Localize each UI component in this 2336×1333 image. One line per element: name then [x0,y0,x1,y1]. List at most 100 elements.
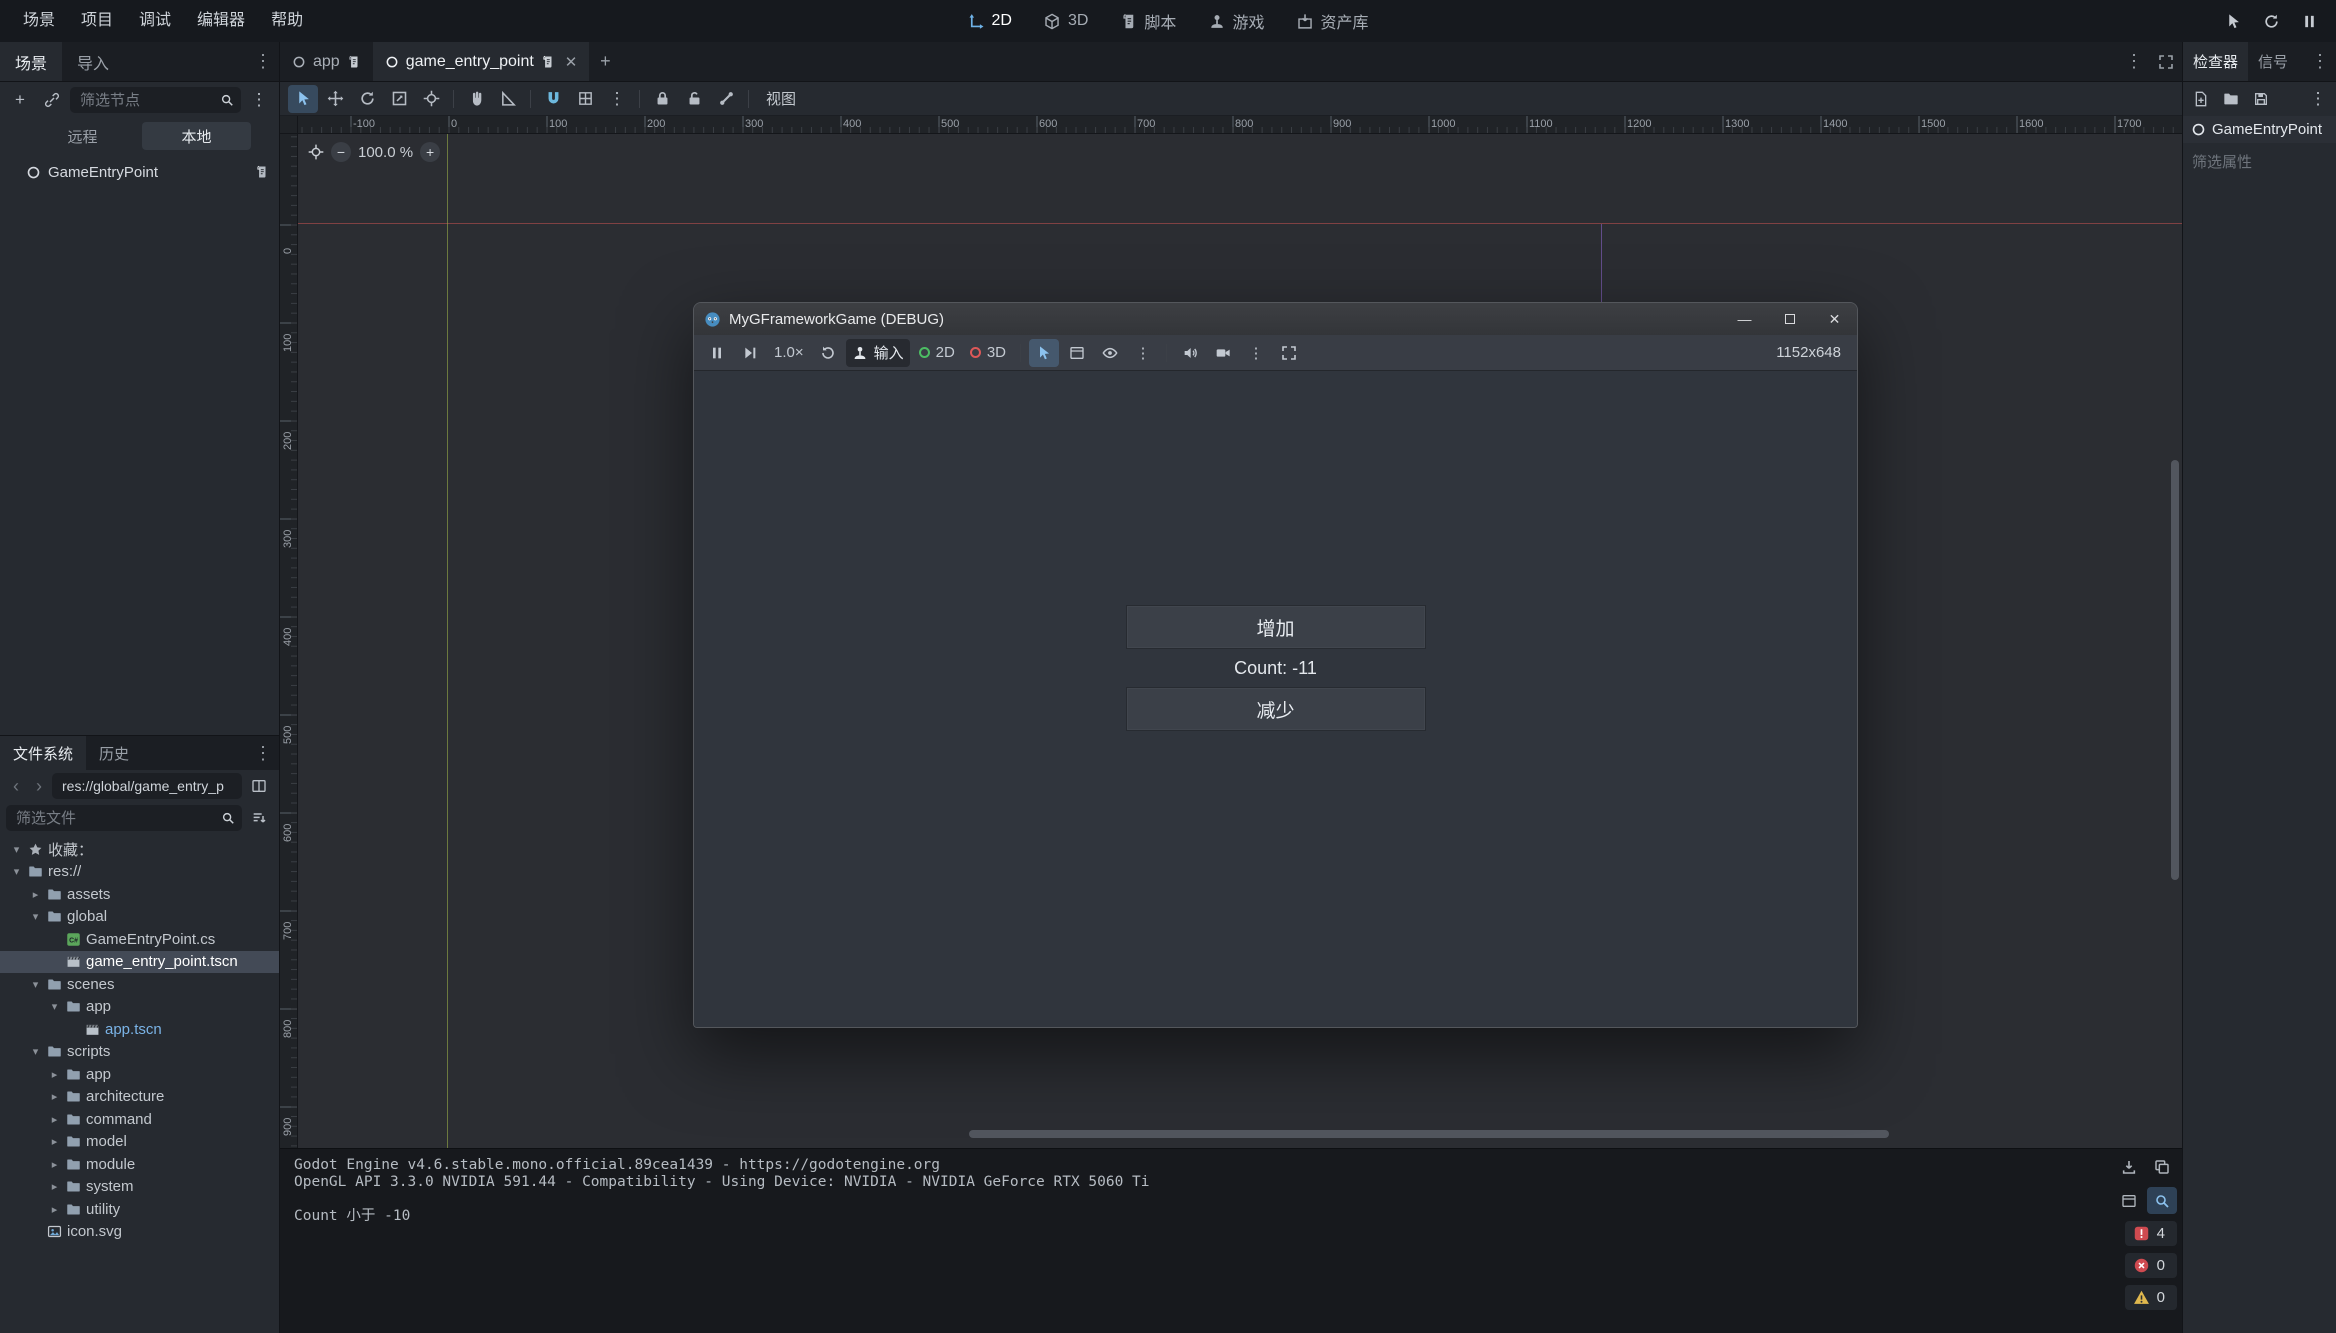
workspace-assetlib[interactable]: 资产库 [1284,4,1380,38]
unlock-icon[interactable] [679,85,709,113]
view-menu[interactable]: 视图 [756,88,806,109]
next-frame-icon[interactable] [735,339,765,367]
increase-button[interactable]: 增加 [1126,605,1426,649]
rotate-tool-icon[interactable] [352,85,382,113]
file-tree-item[interactable]: ▾ res:// [0,861,279,884]
scale-tool-icon[interactable] [384,85,414,113]
file-tree-item[interactable]: ▸ architecture [0,1086,279,1109]
game-window-titlebar[interactable]: MyGFrameworkGame (DEBUG) — ✕ [694,303,1857,335]
file-tree-item[interactable]: ▾ scenes [0,973,279,996]
file-tree-item[interactable]: ▸ command [0,1108,279,1131]
v-ruler[interactable]: 0100200300400500600700800900 [280,134,298,1148]
save-log-icon[interactable] [2114,1153,2144,1180]
expand-editor-icon[interactable] [2150,42,2182,81]
message-count-badge[interactable]: 4 [2125,1221,2177,1246]
input-mode-toggle[interactable]: 输入 [846,339,910,367]
dock-menu-icon[interactable]: ⋮ [247,736,279,770]
chevron-right-icon[interactable]: ▸ [48,1068,61,1081]
output-log[interactable]: Godot Engine v4.6.stable.mono.official.8… [294,1157,2098,1225]
workspace-game[interactable]: 游戏 [1196,4,1276,38]
favorites-row[interactable]: ▾ 收藏： [0,838,279,861]
camera-options-icon[interactable]: ⋮ [1241,339,1271,367]
embed-fullscreen-icon[interactable] [1274,339,1304,367]
skeleton-options-icon[interactable] [711,85,741,113]
h-ruler[interactable]: -100010020030040050060070080090010001100… [298,116,2182,134]
error-count-badge[interactable]: 0 [2125,1253,2177,1278]
camera-override-icon[interactable] [1208,339,1238,367]
decrease-button[interactable]: 减少 [1126,687,1426,731]
reset-speed-icon[interactable] [813,339,843,367]
property-filter-input[interactable]: 筛选属性 [2192,151,2327,172]
tab-import-dock[interactable]: 导入 [62,42,124,81]
chevron-right-icon[interactable]: ▸ [48,1158,61,1171]
chevron-down-icon[interactable]: ▾ [29,978,42,991]
vertical-scrollbar[interactable] [2171,460,2179,880]
inspector-menu-icon[interactable]: ⋮ [2304,86,2332,112]
pick-options-icon[interactable]: ⋮ [1128,339,1158,367]
chevron-right-icon[interactable]: ▸ [48,1135,61,1148]
file-tree-item[interactable]: ▸ module [0,1153,279,1176]
file-tree-item[interactable]: ▸ assets [0,883,279,906]
pick-cursor-icon[interactable] [2216,6,2250,36]
pan-tool-icon[interactable] [461,85,491,113]
close-icon[interactable]: ✕ [1812,303,1857,335]
load-resource-icon[interactable] [2217,86,2245,112]
node-filter-input[interactable] [80,92,214,109]
history-forward-icon[interactable]: › [29,774,49,798]
minimize-icon[interactable]: — [1722,303,1767,335]
file-tree-item[interactable]: ▸ utility [0,1198,279,1221]
chevron-right-icon[interactable]: ▸ [48,1090,61,1103]
tab-filesystem[interactable]: 文件系统 [0,736,86,770]
node-pick-cursor-icon[interactable] [1029,339,1059,367]
sort-files-icon[interactable] [245,805,273,831]
file-tree-item[interactable]: ▾ app [0,996,279,1019]
script-icon[interactable] [347,55,361,69]
maximize-icon[interactable] [1767,303,1812,335]
new-scene-tab-icon[interactable]: + [589,42,621,81]
chevron-down-icon[interactable]: ▾ [10,865,23,878]
dock-menu-icon[interactable]: ⋮ [2304,42,2336,81]
game-speed-dropdown[interactable]: 1.0× [768,339,810,367]
history-back-icon[interactable]: ‹ [6,774,26,798]
workspace-script[interactable]: 脚本 [1108,4,1188,38]
smart-snap-icon[interactable] [538,85,568,113]
snap-options-icon[interactable]: ⋮ [602,85,632,113]
center-view-icon[interactable] [308,144,324,160]
warning-count-badge[interactable]: 0 [2125,1285,2177,1310]
zoom-level[interactable]: 100.0 % [358,144,413,161]
local-tree-button[interactable]: 本地 [142,122,251,150]
visibility-icon[interactable] [1095,339,1125,367]
tab-list-icon[interactable]: ⋮ [2118,42,2150,81]
debug-2d-toggle[interactable]: 2D [913,339,961,367]
close-tab-icon[interactable]: ✕ [565,53,578,71]
select-tool-icon[interactable] [288,85,318,113]
remote-tree-button[interactable]: 远程 [28,122,137,150]
horizontal-scrollbar[interactable] [969,1130,1889,1138]
chevron-right-icon[interactable]: ▸ [48,1113,61,1126]
menu-project[interactable]: 项目 [68,0,126,42]
copy-log-icon[interactable] [2147,1153,2177,1180]
open-script-icon[interactable] [255,165,269,179]
file-tree-item[interactable]: GameEntryPoint.cs [0,928,279,951]
menu-scene[interactable]: 场景 [10,0,68,42]
menu-help[interactable]: 帮助 [258,0,316,42]
scene-tree-menu-icon[interactable]: ⋮ [245,87,273,113]
file-tree-item[interactable]: icon.svg [0,1221,279,1244]
chevron-down-icon[interactable]: ▾ [48,1000,61,1013]
selection-list-icon[interactable] [1062,339,1092,367]
suspend-game-icon[interactable] [702,339,732,367]
file-tree-item-selected[interactable]: game_entry_point.tscn [0,951,279,974]
collapse-messages-icon[interactable] [2114,1187,2144,1214]
tab-history[interactable]: 历史 [86,736,142,770]
restart-game-icon[interactable] [2254,6,2288,36]
pause-game-icon[interactable] [2292,6,2326,36]
menu-debug[interactable]: 调试 [126,0,184,42]
ruler-tool-icon[interactable] [493,85,523,113]
chevron-right-icon[interactable]: ▸ [48,1203,61,1216]
scene-tab-game-entry-point[interactable]: game_entry_point ✕ [373,42,590,81]
instance-scene-icon[interactable] [38,87,66,113]
script-icon[interactable] [541,55,555,69]
grid-snap-icon[interactable] [570,85,600,113]
file-tree-item[interactable]: ▸ app [0,1063,279,1086]
zoom-in-icon[interactable]: + [420,142,440,162]
